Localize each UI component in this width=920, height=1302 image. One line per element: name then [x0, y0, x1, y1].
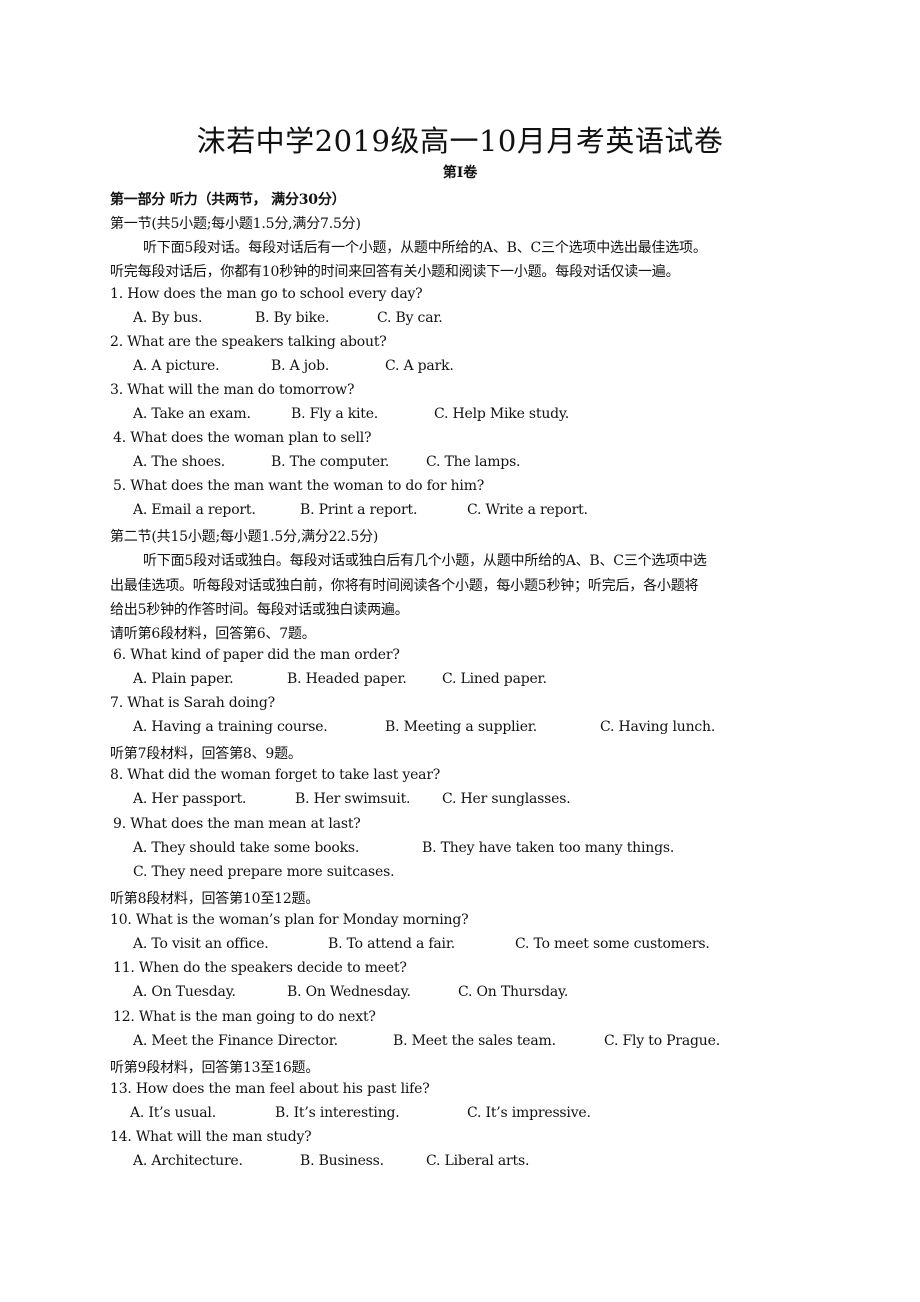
option-a: A. Email a report.	[133, 502, 256, 518]
section1-instructions: 听下面5段对话。每段对话后有一个小题，从题中所给的A、B、C三个选项中选出最佳选…	[143, 240, 707, 256]
option-a: A. It’s usual.	[130, 1105, 216, 1121]
question-text: 6. What kind of paper did the man order?	[113, 647, 400, 663]
section1-heading: 第一节(共5小题;每小题1.5分,满分7.5分)	[110, 216, 361, 232]
option-a: A. On Tuesday.	[133, 984, 236, 1000]
option-b: B. They have taken too many things.	[422, 840, 675, 856]
option-a: A. To visit an office.	[133, 936, 269, 952]
question-text: 2. What are the speakers talking about?	[110, 334, 387, 350]
option-b: B. Headed paper.	[287, 671, 407, 687]
option-b: B. A job.	[271, 358, 330, 374]
question-text: 3. What will the man do tomorrow?	[110, 382, 355, 398]
question-text: 12. What is the man going to do next?	[113, 1009, 376, 1025]
question-text: 13. How does the man feel about his past…	[110, 1081, 430, 1097]
option-b: B. Fly a kite.	[291, 406, 379, 422]
option-a: A. Architecture.	[133, 1153, 243, 1169]
section2-instructions: 给出5秒钟的作答时间。每段对话或独白读两遍。	[110, 602, 409, 618]
option-c: C. To meet some customers.	[515, 936, 710, 952]
option-a: A. Having a training course.	[133, 719, 328, 735]
material-note: 听第9段材料，回答第13至16题。	[110, 1060, 320, 1076]
option-a: A. They should take some books.	[133, 840, 360, 856]
option-c: C. Fly to Prague.	[604, 1033, 720, 1049]
option-c: C. Her sunglasses.	[442, 791, 571, 807]
option-c: C. Liberal arts.	[426, 1153, 530, 1169]
option-c: C. Write a report.	[467, 502, 588, 518]
option-c: C. Lined paper.	[442, 671, 547, 687]
option-c: C. It’s impressive.	[467, 1105, 591, 1121]
question-text: 9. What does the man mean at last?	[113, 816, 361, 832]
option-b: B. It’s interesting.	[275, 1105, 400, 1121]
question-text: 8. What did the woman forget to take las…	[110, 767, 441, 783]
exam-title: 沫若中学2019级高一10月月考英语试卷	[196, 124, 724, 158]
section2-instructions: 听下面5段对话或独白。每段对话或独白后有几个小题，从题中所给的A、B、C三个选项…	[143, 553, 707, 569]
option-c: C. A park.	[385, 358, 454, 374]
option-c: C. They need prepare more suitcases.	[133, 864, 395, 880]
option-b: B. Print a report.	[300, 502, 418, 518]
option-a: A. Take an exam.	[133, 406, 251, 422]
option-c: C. Help Mike study.	[434, 406, 570, 422]
option-c: C. On Thursday.	[458, 984, 569, 1000]
option-a: A. Her passport.	[133, 791, 247, 807]
material-note: 听第7段材料，回答第8、9题。	[110, 746, 302, 762]
part1-heading: 第一部分 听力（共两节， 满分30分）	[110, 192, 346, 208]
option-b: B. Meeting a supplier.	[385, 719, 537, 735]
option-b: B. On Wednesday.	[287, 984, 411, 1000]
question-text: 11. When do the speakers decide to meet?	[113, 960, 407, 976]
option-c: C. Having lunch.	[600, 719, 716, 735]
option-b: B. By bike.	[255, 310, 330, 326]
material-note: 听第8段材料，回答第10至12题。	[110, 891, 320, 907]
option-c: C. The lamps.	[426, 454, 521, 470]
section2-heading: 第二节(共15小题;每小题1.5分,满分22.5分)	[110, 529, 379, 545]
option-a: A. By bus.	[133, 310, 203, 326]
option-a: A. Meet the Finance Director.	[133, 1033, 338, 1049]
section1-instructions: 听完每段对话后，你都有10秒钟的时间来回答有关小题和阅读下一小题。每段对话仅读一…	[110, 264, 680, 280]
option-b: B. Meet the sales team.	[393, 1033, 556, 1049]
option-a: A. A picture.	[133, 358, 220, 374]
material-note: 请听第6段材料，回答第6、7题。	[110, 626, 316, 642]
question-text: 7. What is Sarah doing?	[110, 695, 275, 711]
question-text: 5. What does the man want the woman to d…	[113, 478, 485, 494]
option-b: B. The computer.	[271, 454, 390, 470]
section2-instructions: 出最佳选项。听每段对话或独白前，你将有时间阅读各个小题，每小题5秒钟；听完后，各…	[110, 578, 699, 594]
question-text: 4. What does the woman plan to sell?	[113, 430, 372, 446]
option-a: A. The shoes.	[133, 454, 226, 470]
option-b: B. Business.	[300, 1153, 384, 1169]
option-a: A. Plain paper.	[133, 671, 234, 687]
option-b: B. To attend a fair.	[328, 936, 456, 952]
option-b: B. Her swimsuit.	[295, 791, 411, 807]
question-text: 1. How does the man go to school every d…	[110, 286, 423, 302]
question-text: 14. What will the man study?	[110, 1129, 312, 1145]
volume-label: 第Ⅰ卷	[442, 165, 478, 181]
option-c: C. By car.	[377, 310, 443, 326]
question-text: 10. What is the woman’s plan for Monday …	[110, 912, 469, 928]
